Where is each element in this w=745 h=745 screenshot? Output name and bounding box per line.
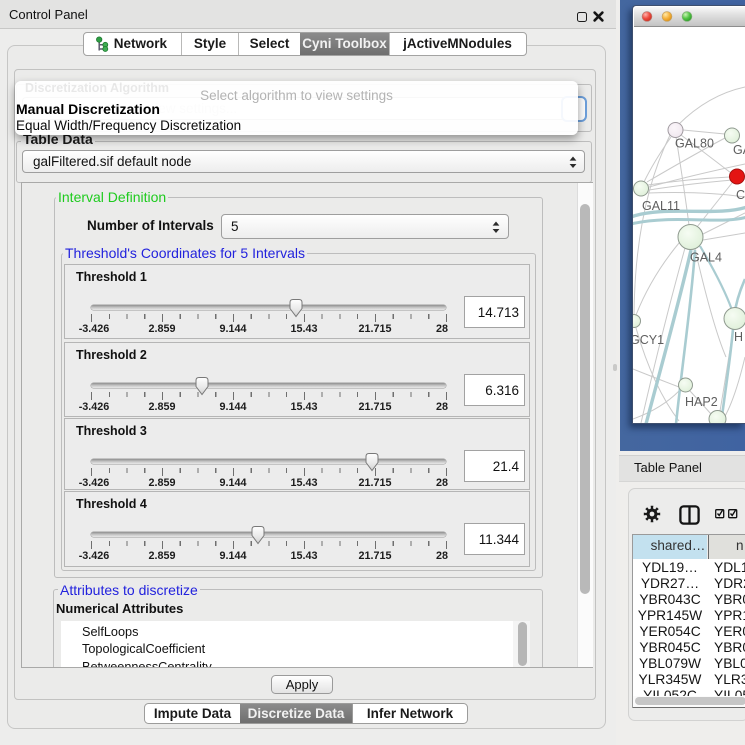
svg-text:GAL80: GAL80	[675, 137, 714, 151]
svg-text:H: H	[734, 330, 743, 344]
svg-text:GA: GA	[733, 143, 745, 157]
svg-text:GAL4: GAL4	[690, 251, 722, 265]
svg-text:GAL11: GAL11	[642, 199, 680, 213]
svg-text:C: C	[736, 188, 745, 202]
svg-text:HAP2: HAP2	[685, 395, 718, 409]
svg-text:GCY1: GCY1	[633, 333, 664, 347]
